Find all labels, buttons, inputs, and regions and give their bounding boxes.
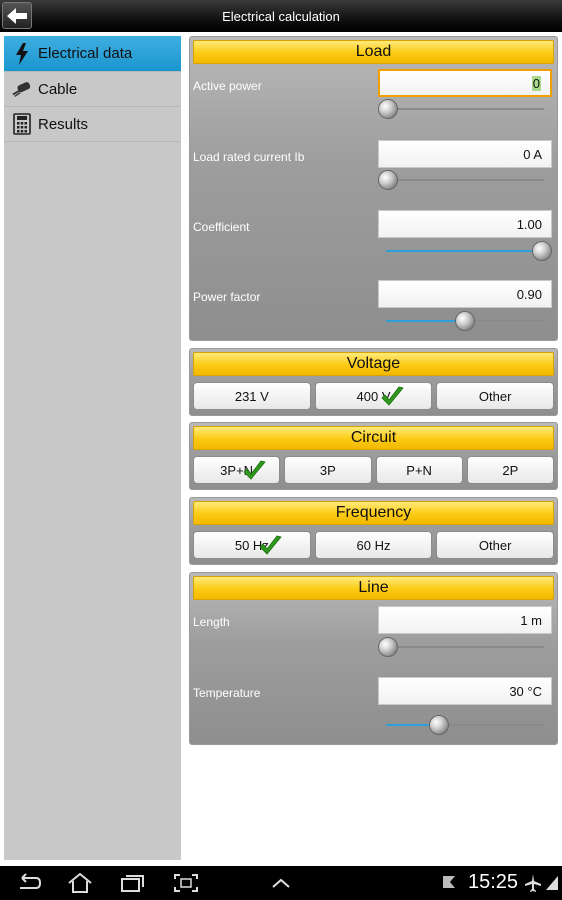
load-current-slider[interactable] xyxy=(378,170,552,190)
cable-icon xyxy=(12,78,32,100)
slider-knob[interactable] xyxy=(378,170,398,190)
lightning-icon xyxy=(12,42,32,65)
notification-icon xyxy=(443,876,455,888)
length-label: Length xyxy=(193,615,230,629)
voltage-header: Voltage xyxy=(193,352,554,376)
recent-apps-icon[interactable] xyxy=(118,872,146,894)
sidebar-item-label: Electrical data xyxy=(38,45,133,62)
circuit-option-3p[interactable]: 3P xyxy=(284,456,372,484)
length-slider[interactable] xyxy=(378,637,552,657)
voltage-option-231v[interactable]: 231 V xyxy=(193,382,311,410)
slider-knob[interactable] xyxy=(378,637,398,657)
voltage-panel: Voltage 231 V 400 V Other xyxy=(189,348,558,416)
slider-knob[interactable] xyxy=(378,99,398,119)
frequency-panel: Frequency 50 Hz 60 Hz Other xyxy=(189,497,558,565)
active-power-label: Active power xyxy=(193,79,262,93)
screenshot-icon[interactable] xyxy=(172,872,200,894)
active-power-slider[interactable] xyxy=(378,99,552,119)
checkmark-icon xyxy=(257,533,283,559)
power-factor-slider[interactable] xyxy=(378,311,552,331)
sidebar-item-cable[interactable]: Cable xyxy=(4,72,181,107)
length-input[interactable]: 1 m xyxy=(378,606,552,634)
temperature-label: Temperature xyxy=(193,686,261,700)
load-header: Load xyxy=(193,40,554,64)
power-factor-input[interactable]: 0.90 xyxy=(378,280,552,308)
title-bar: Electrical calculation xyxy=(0,0,562,32)
sidebar-item-electrical-data[interactable]: Electrical data xyxy=(4,36,181,72)
sidebar: Electrical data Cable Results xyxy=(4,36,181,860)
voltage-option-other[interactable]: Other xyxy=(436,382,555,410)
circuit-option-p-n[interactable]: P+N xyxy=(375,456,463,484)
airplane-mode-icon xyxy=(525,874,541,892)
circuit-header: Circuit xyxy=(193,426,554,450)
voltage-option-400v[interactable]: 400 V xyxy=(314,382,433,410)
coefficient-label: Coefficient xyxy=(193,220,250,234)
back-icon[interactable] xyxy=(14,872,42,894)
active-power-value: 0 xyxy=(531,76,541,91)
slider-knob[interactable] xyxy=(532,241,552,261)
slider-knob[interactable] xyxy=(428,715,449,735)
coefficient-input[interactable]: 1.00 xyxy=(378,210,552,238)
window-title: Electrical calculation xyxy=(222,9,340,24)
checkmark-icon xyxy=(241,458,267,484)
sidebar-item-label: Results xyxy=(38,115,89,133)
load-current-input[interactable]: 0 A xyxy=(378,140,552,168)
load-current-label: Load rated current Ib xyxy=(193,150,305,164)
frequency-option-other[interactable]: Other xyxy=(436,531,555,559)
temperature-slider[interactable] xyxy=(378,715,552,735)
circuit-option-3p-n[interactable]: 3P+N xyxy=(193,456,281,484)
checkmark-icon xyxy=(379,384,405,410)
signal-icon xyxy=(546,876,558,890)
calculator-icon xyxy=(12,113,32,135)
line-header: Line xyxy=(193,576,554,600)
coefficient-slider[interactable] xyxy=(378,241,552,261)
frequency-option-60hz[interactable]: 60 Hz xyxy=(314,531,433,559)
circuit-panel: Circuit 3P+N 3P P+N 2P xyxy=(189,422,558,490)
status-clock: 15:25 xyxy=(468,871,519,893)
chevron-up-icon[interactable] xyxy=(267,872,295,894)
line-panel: Line Length 1 m Temperature 30 °C xyxy=(189,572,558,745)
home-icon[interactable] xyxy=(66,872,94,894)
sidebar-item-results[interactable]: Results xyxy=(4,107,181,142)
sidebar-item-label: Cable xyxy=(38,80,78,98)
frequency-option-50hz[interactable]: 50 Hz xyxy=(193,531,311,559)
active-power-input[interactable]: 0 xyxy=(378,69,552,97)
slider-knob[interactable] xyxy=(455,311,475,331)
load-panel: Load Active power 0 Load rated current I… xyxy=(189,36,558,341)
temperature-input[interactable]: 30 °C xyxy=(378,677,552,705)
frequency-header: Frequency xyxy=(193,501,554,525)
system-nav-bar: 15:25 xyxy=(0,866,562,900)
circuit-option-2p[interactable]: 2P xyxy=(466,456,554,484)
power-factor-label: Power factor xyxy=(193,290,261,304)
